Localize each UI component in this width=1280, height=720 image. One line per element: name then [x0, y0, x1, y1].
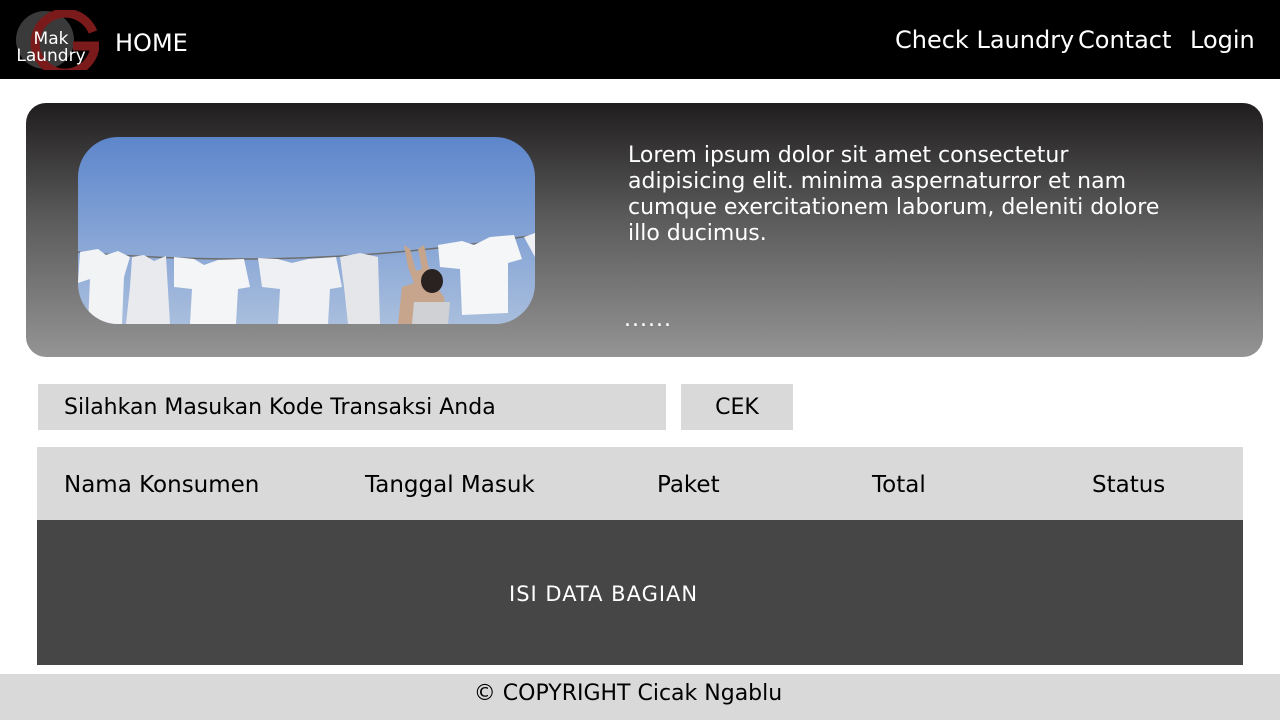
hero-image [78, 137, 535, 324]
brand-logo[interactable]: Mak Laundry [3, 8, 100, 78]
column-total: Total [872, 472, 926, 498]
hero-more-ellipsis: ...... [624, 307, 672, 332]
table-body: ISI DATA BAGIAN [37, 520, 1243, 665]
hero-description: Lorem ipsum dolor sit amet consectetur a… [628, 143, 1160, 246]
nav-login-link[interactable]: Login [1190, 26, 1255, 54]
table-header: Nama Konsumen Tanggal Masuk Paket Total … [37, 447, 1243, 520]
table-body-placeholder: ISI DATA BAGIAN [509, 582, 699, 606]
column-paket: Paket [657, 472, 720, 498]
footer: © COPYRIGHT Cicak Ngablu [0, 674, 1280, 720]
footer-copyright: © COPYRIGHT Cicak Ngablu [473, 681, 783, 706]
laundry-photo-icon [78, 137, 535, 324]
column-tanggal-masuk: Tanggal Masuk [365, 472, 535, 498]
cek-button[interactable]: CEK [681, 384, 793, 430]
nav-home-link[interactable]: HOME [115, 29, 188, 57]
column-status: Status [1092, 472, 1166, 498]
brand-logo-text: Mak Laundry [9, 31, 93, 65]
navbar: Mak Laundry HOME Check Laundry Contact L… [0, 0, 1280, 79]
nav-contact-link[interactable]: Contact [1078, 26, 1171, 54]
hero-banner: Lorem ipsum dolor sit amet consectetur a… [26, 103, 1263, 357]
transaction-code-input[interactable] [38, 384, 666, 430]
column-nama-konsumen: Nama Konsumen [64, 472, 260, 498]
nav-check-laundry-link[interactable]: Check Laundry [895, 26, 1074, 54]
logo-line-2: Laundry [16, 46, 86, 66]
